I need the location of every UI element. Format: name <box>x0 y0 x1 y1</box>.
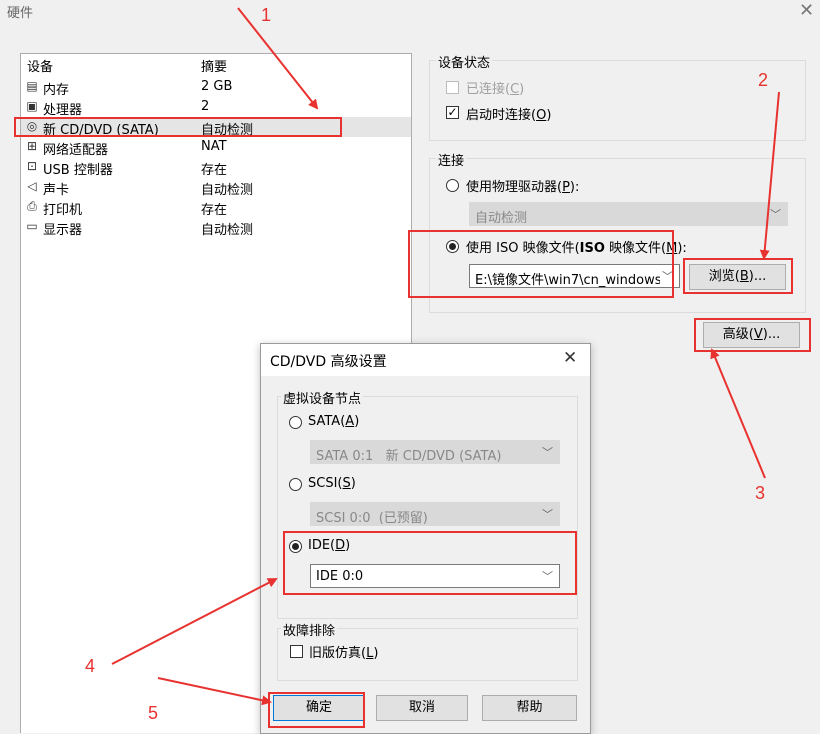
annotation-number-5: 5 <box>148 703 159 723</box>
annotation-number-3: 3 <box>755 483 766 503</box>
arrow-1 <box>237 7 319 110</box>
arrow-5 <box>157 677 272 706</box>
arrow-4 <box>111 578 278 665</box>
annotation-number-4: 4 <box>85 656 96 676</box>
arrow-2 <box>759 91 780 260</box>
annotation-arrows <box>111 7 780 706</box>
arrow-3 <box>710 348 766 479</box>
annotation-number-1: 1 <box>261 5 272 25</box>
annotation-number-2: 2 <box>758 70 769 90</box>
